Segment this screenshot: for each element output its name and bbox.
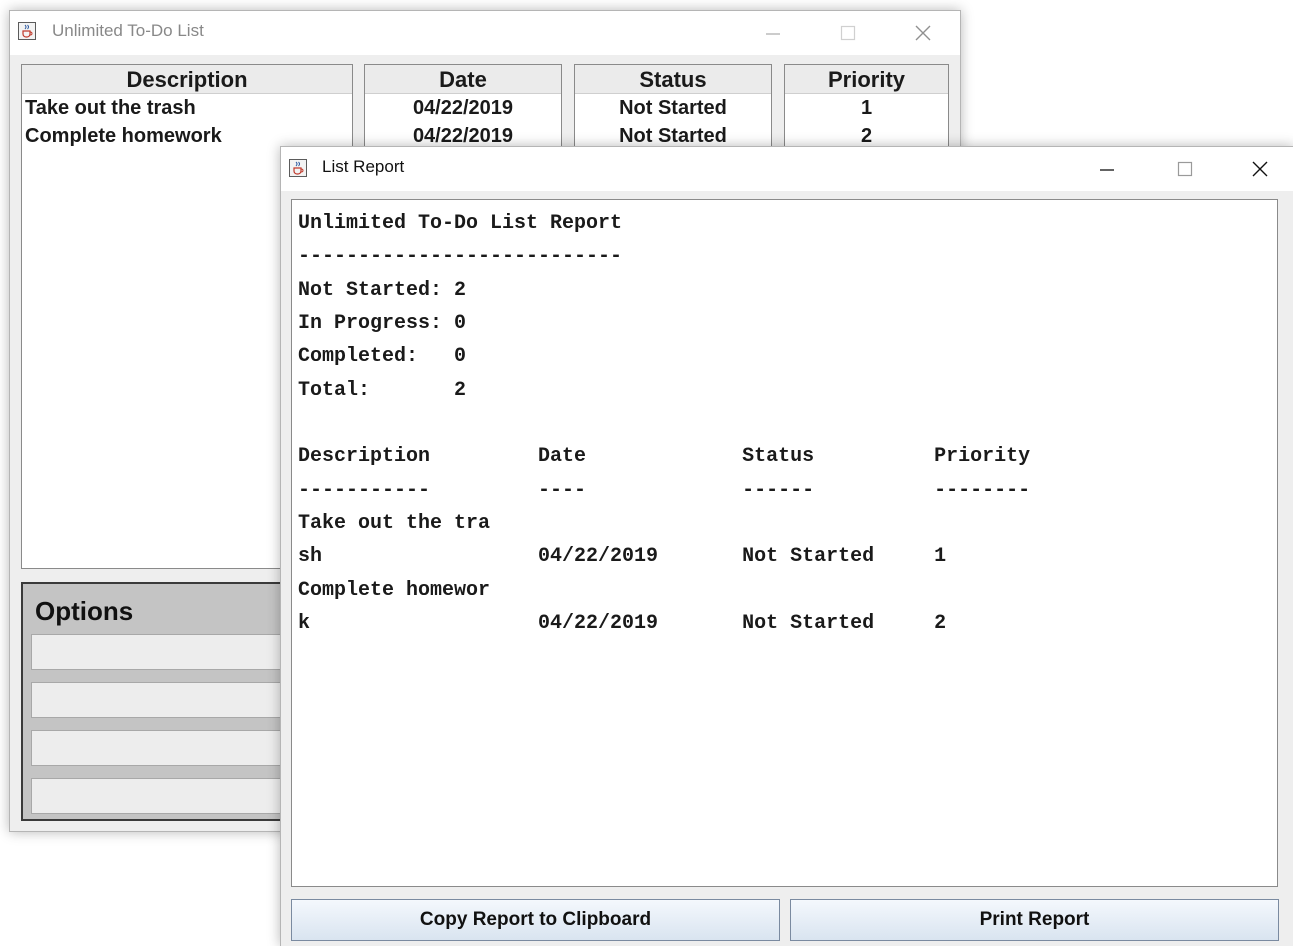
report-line: Not Started: 2 [298, 279, 467, 302]
report-window-title: List Report [322, 157, 405, 176]
list-item[interactable]: 1 [785, 94, 948, 122]
report-line: --------------------------- [298, 245, 623, 268]
list-item[interactable]: Take out the trash [22, 94, 352, 122]
report-line: Take out the tra [298, 512, 491, 535]
copy-report-button[interactable]: Copy Report to Clipboard [291, 899, 780, 941]
report-window: List Report Unlimited To-Do List Report … [280, 146, 1293, 946]
print-report-button[interactable]: Print Report [790, 899, 1279, 941]
report-line: Total: 2 [298, 379, 467, 402]
list-item[interactable]: 04/22/2019 [365, 94, 561, 122]
options-title: Options [35, 596, 134, 626]
maximize-icon[interactable] [1165, 153, 1205, 185]
report-text-area[interactable]: Unlimited To-Do List Report ------------… [291, 199, 1278, 887]
main-window-title: Unlimited To-Do List [52, 21, 204, 40]
report-line: Completed: 0 [298, 345, 467, 368]
maximize-icon[interactable] [828, 17, 868, 49]
priority-header: Priority [785, 65, 948, 94]
minimize-icon[interactable] [1087, 153, 1127, 185]
report-line: In Progress: 0 [298, 312, 467, 335]
java-cup-icon [289, 159, 307, 177]
minimize-icon[interactable] [753, 17, 793, 49]
report-line: Unlimited To-Do List Report [298, 212, 623, 235]
main-title-bar[interactable]: Unlimited To-Do List [10, 11, 960, 55]
status-header: Status [575, 65, 771, 94]
report-line: Description Date Status Priority [298, 445, 1031, 468]
date-header: Date [365, 65, 561, 94]
report-line: ----------- ---- ------ -------- [298, 479, 1031, 502]
close-icon[interactable] [903, 17, 943, 49]
close-icon[interactable] [1240, 153, 1280, 185]
description-header: Description [22, 65, 352, 94]
report-line: sh 04/22/2019 Not Started 1 [298, 545, 947, 568]
list-item[interactable]: Not Started [575, 94, 771, 122]
report-line: k 04/22/2019 Not Started 2 [298, 612, 947, 635]
java-cup-icon [18, 22, 36, 40]
report-title-bar[interactable]: List Report [281, 147, 1293, 191]
report-line: Complete homewor [298, 579, 491, 602]
